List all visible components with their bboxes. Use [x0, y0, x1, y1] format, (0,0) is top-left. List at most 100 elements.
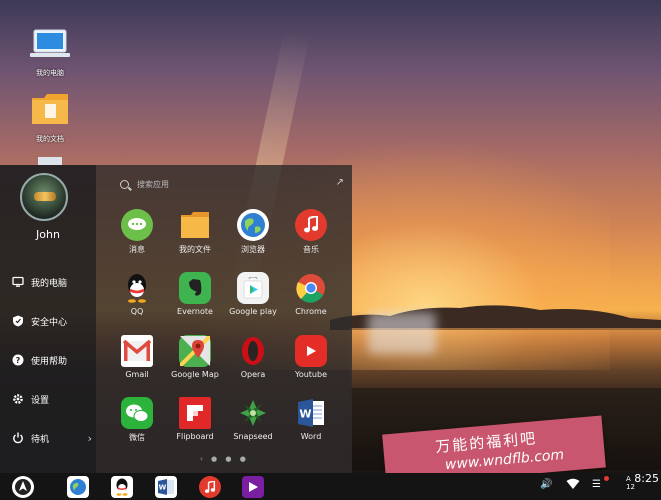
app-word[interactable]: W Word [282, 397, 340, 441]
search-icon [120, 179, 129, 189]
app-browser[interactable]: 浏览器 [224, 209, 282, 255]
taskbar-browser-icon[interactable] [67, 476, 89, 498]
app-snapseed[interactable]: Snapseed [224, 397, 282, 441]
word-icon: W [295, 397, 327, 429]
music-icon [295, 209, 327, 241]
app-label: 音乐 [303, 245, 319, 254]
folder-icon [32, 94, 68, 124]
app-music[interactable]: 音乐 [282, 209, 340, 255]
chevron-right-icon[interactable]: › [88, 432, 92, 445]
sidebar-item-label: 待机 [31, 434, 50, 445]
app-label: Google Map [171, 370, 219, 379]
sidebar-item-label: 我的电脑 [31, 278, 68, 289]
app-google-map[interactable]: Google Map [166, 335, 224, 379]
input-indicator[interactable]: A 12 [626, 475, 635, 491]
clock[interactable]: 8:25 [634, 472, 659, 485]
gmail-icon [121, 335, 153, 367]
browser-icon [237, 209, 269, 241]
app-label: Opera [240, 370, 266, 379]
laptop-icon [30, 29, 70, 57]
app-label: Word [300, 432, 322, 441]
helmet-visor [34, 192, 56, 201]
app-gmail[interactable]: Gmail [108, 335, 166, 379]
app-wechat[interactable]: 微信 [108, 397, 166, 443]
app-qq[interactable]: QQ [108, 272, 166, 316]
evernote-icon [179, 272, 211, 304]
app-opera[interactable]: Opera [224, 335, 282, 379]
app-label: Evernote [177, 307, 213, 316]
app-label: Snapseed [233, 432, 273, 441]
power-icon [12, 432, 24, 444]
desktop-icon-my-documents[interactable]: 我的文档 [24, 92, 76, 144]
sidebar-item-label: 设置 [31, 395, 50, 406]
volume-icon[interactable]: 🔊 [540, 479, 552, 490]
desktop-icon-partial[interactable] [24, 154, 76, 165]
taskbar-music-icon[interactable] [199, 476, 221, 498]
user-avatar[interactable] [20, 173, 68, 221]
sidebar-item-my-computer[interactable]: 我的电脑 [12, 273, 92, 291]
sidebar-item-label: 安全中心 [31, 317, 68, 328]
search-input[interactable]: 搜索应用 [120, 177, 340, 191]
messages-icon [121, 209, 153, 241]
app-label: 消息 [129, 245, 145, 254]
notification-badge [604, 476, 609, 481]
flipboard-icon [179, 397, 211, 429]
notifications-icon[interactable]: ☰ [592, 479, 601, 490]
gear-icon [12, 393, 24, 405]
app-label: Chrome [295, 307, 327, 316]
start-menu-sidebar: John 我的电脑 安全中心 ? 使用帮助 设置 待机 › [0, 165, 96, 473]
sidebar-item-label: 使用帮助 [31, 356, 68, 367]
desktop-icon-my-computer[interactable]: 我的电脑 [24, 28, 76, 78]
qq-icon [121, 272, 153, 304]
app-evernote[interactable]: Evernote [166, 272, 224, 316]
svg-text:W: W [159, 484, 167, 492]
google-play-icon [237, 272, 269, 304]
sidebar-item-help[interactable]: ? 使用帮助 [12, 351, 92, 369]
expand-icon[interactable]: ↗ [336, 177, 344, 188]
start-logo-icon[interactable] [12, 476, 34, 498]
app-chrome[interactable]: Chrome [282, 272, 340, 316]
taskbar-word-icon[interactable]: W [155, 476, 177, 498]
chrome-icon [295, 272, 327, 304]
app-label: QQ [130, 307, 144, 316]
app-label: Youtube [295, 370, 327, 379]
shield-icon [12, 315, 24, 327]
taskbar: W 🔊 ☰ 8:25 A 12 [0, 473, 661, 500]
app-launcher: 搜索应用 ↗ 消息 我的文件 浏览器 音乐 QQ Evernote Google… [96, 165, 352, 473]
google-map-icon [179, 335, 211, 367]
app-messages[interactable]: 消息 [108, 209, 166, 255]
monitor-icon [12, 276, 24, 288]
blurred-region [368, 312, 436, 354]
app-label: 微信 [129, 433, 145, 442]
taskbar-qq-icon[interactable] [111, 476, 133, 498]
app-my-files[interactable]: 我的文件 [166, 209, 224, 255]
app-label: Flipboard [176, 432, 214, 441]
sidebar-item-settings[interactable]: 设置 [12, 390, 92, 408]
app-label: 浏览器 [241, 245, 265, 254]
app-label: Google play [229, 307, 277, 316]
app-label: Gmail [125, 370, 149, 379]
taskbar-video-icon[interactable] [242, 476, 264, 498]
help-icon: ? [12, 354, 24, 366]
wechat-icon [121, 397, 153, 429]
app-label: 我的文件 [179, 245, 211, 254]
clock-time: 8:25 [634, 472, 659, 485]
page-indicator[interactable]: ‹ ● ● ● [200, 455, 249, 463]
folder-icon [179, 209, 211, 241]
svg-text:W: W [299, 408, 311, 421]
user-name: John [36, 228, 60, 241]
opera-icon [237, 335, 269, 367]
start-menu: John 我的电脑 安全中心 ? 使用帮助 设置 待机 › 搜索应用 ↗ 消息 … [0, 165, 352, 473]
wifi-icon[interactable] [566, 478, 580, 493]
app-flipboard[interactable]: Flipboard [166, 397, 224, 441]
app-google-play[interactable]: Google play [224, 272, 282, 316]
svg-text:?: ? [16, 356, 21, 365]
snapseed-icon [237, 397, 269, 429]
sidebar-item-security[interactable]: 安全中心 [12, 312, 92, 330]
app-youtube[interactable]: Youtube [282, 335, 340, 379]
sidebar-item-standby[interactable]: 待机 › [12, 429, 92, 447]
desktop-icon-label: 我的电脑 [36, 69, 64, 77]
search-placeholder: 搜索应用 [137, 179, 169, 189]
desktop-icon-label: 我的文档 [36, 135, 64, 143]
recycle-bin-icon [38, 157, 62, 165]
